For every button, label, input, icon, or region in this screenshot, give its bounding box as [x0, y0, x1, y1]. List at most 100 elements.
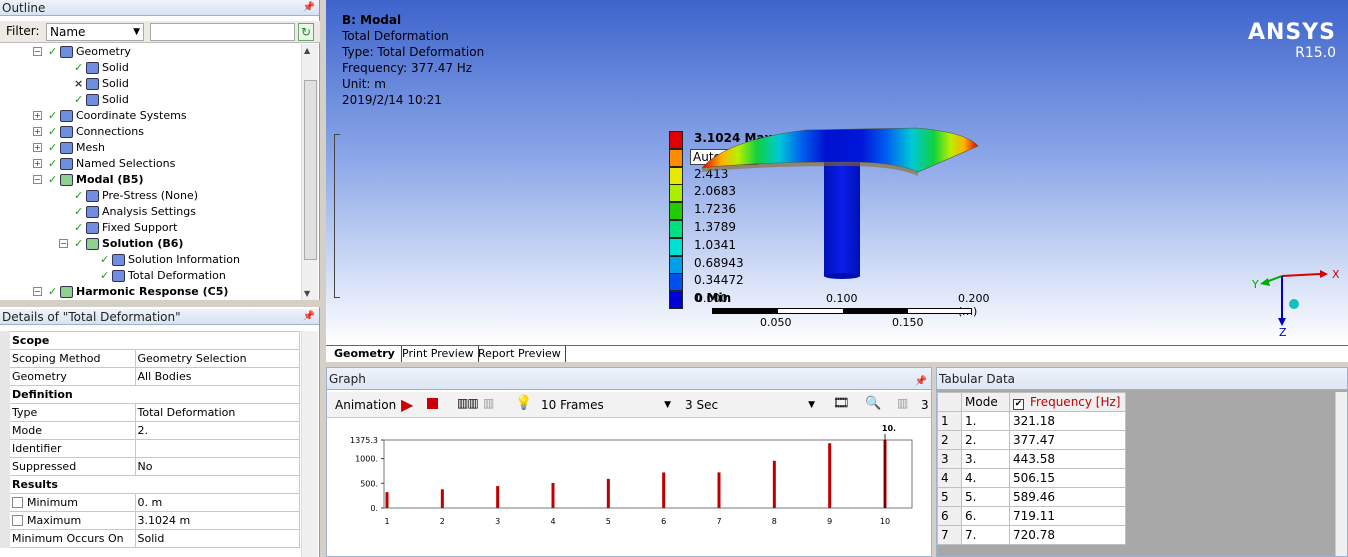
table-row[interactable]: 6 6. 719.11: [937, 506, 1126, 526]
frames-distributed-icon[interactable]: ▥▥: [457, 396, 479, 414]
tree-item[interactable]: ✓ Solid: [0, 92, 300, 108]
details-row[interactable]: Identifier: [0, 439, 300, 458]
checkbox[interactable]: [12, 497, 23, 508]
chart-bar[interactable]: [717, 472, 721, 508]
tree-item[interactable]: ✓ Analysis Settings: [0, 204, 300, 220]
expand-toggle-icon[interactable]: +: [33, 143, 42, 152]
model-stem: [824, 158, 860, 276]
tab-print-preview[interactable]: Print Preview: [398, 346, 479, 362]
filter-select[interactable]: Name ▼: [46, 23, 144, 41]
chart-bar[interactable]: [551, 482, 555, 508]
details-value[interactable]: Total Deformation: [134, 403, 300, 422]
col-header-frequency[interactable]: ✔ Frequency [Hz]: [1009, 392, 1126, 412]
tree-item[interactable]: ✓ Solution Information: [0, 252, 300, 268]
details-value[interactable]: Geometry Selection: [134, 349, 300, 368]
col-header-mode[interactable]: Mode: [961, 392, 1010, 412]
zoom-icon[interactable]: 🔍: [865, 396, 881, 414]
details-row[interactable]: Maximum 3.1024 m: [0, 511, 300, 530]
scroll-thumb[interactable]: [304, 80, 317, 260]
table-row[interactable]: 4 4. 506.15: [937, 468, 1126, 488]
outline-scrollbar[interactable]: ▲ ▼: [301, 44, 318, 300]
scroll-down-icon[interactable]: ▼: [304, 289, 310, 298]
table-row[interactable]: 7 7. 720.78: [937, 525, 1126, 545]
ansys-logo: ANSYS R15.0: [1248, 20, 1336, 61]
details-row[interactable]: Minimum Occurs On Solid: [0, 529, 300, 548]
details-row[interactable]: Scoping Method Geometry Selection: [0, 349, 300, 368]
details-value[interactable]: 3.1024 m: [134, 511, 300, 530]
tree-item[interactable]: − ✓ Harmonic Response (C5): [0, 284, 300, 300]
tree-item-label: Coordinate Systems: [76, 109, 187, 122]
result-sets-icon[interactable]: ▥: [483, 396, 494, 414]
stop-icon[interactable]: [427, 398, 438, 409]
tab-report-preview[interactable]: Report Preview: [474, 346, 566, 362]
chart-bar[interactable]: [772, 460, 776, 508]
details-row[interactable]: Suppressed No: [0, 457, 300, 476]
duration-select[interactable]: 3 Sec ▼: [681, 396, 819, 414]
table-row[interactable]: 2 2. 377.47: [937, 430, 1126, 450]
expand-toggle-icon[interactable]: −: [33, 287, 42, 296]
scroll-up-icon[interactable]: ▲: [304, 46, 310, 55]
chart-bar[interactable]: [828, 443, 832, 508]
expand-toggle-icon[interactable]: +: [33, 127, 42, 136]
details-value[interactable]: No: [134, 457, 300, 476]
pin-icon[interactable]: 📌: [303, 0, 315, 16]
cell-mode: 7.: [961, 525, 1010, 545]
play-icon[interactable]: ▶: [401, 395, 413, 414]
table-row[interactable]: 5 5. 589.46: [937, 487, 1126, 507]
details-row[interactable]: Minimum 0. m: [0, 493, 300, 512]
viewport[interactable]: B: Modal Total Deformation Type: Total Def…: [326, 0, 1348, 345]
expand-toggle-icon[interactable]: +: [33, 159, 42, 168]
tree-item[interactable]: ✓ Total Deformation: [0, 268, 300, 284]
filter-input[interactable]: [150, 23, 295, 41]
expand-toggle-icon[interactable]: −: [59, 239, 68, 248]
tree-item[interactable]: − ✓ Modal (B5): [0, 172, 300, 188]
distributed-icon[interactable]: ▥: [897, 396, 908, 414]
chart-bar[interactable]: [440, 489, 444, 508]
details-value[interactable]: 0. m: [134, 493, 300, 512]
axis-triad[interactable]: X Y Z: [1252, 260, 1342, 340]
details-value[interactable]: 2.: [134, 421, 300, 440]
tree-item[interactable]: + ✓ Mesh: [0, 140, 300, 156]
tree-item[interactable]: ✓ Fixed Support: [0, 220, 300, 236]
details-row[interactable]: Geometry All Bodies: [0, 367, 300, 386]
table-row[interactable]: 1 1. 321.18: [937, 411, 1126, 431]
chart-bar[interactable]: [662, 472, 666, 508]
expand-toggle-icon[interactable]: +: [33, 111, 42, 120]
details-row[interactable]: Mode 2.: [0, 421, 300, 440]
details-scrollbar[interactable]: [301, 331, 318, 557]
details-value[interactable]: All Bodies: [134, 367, 300, 386]
details-row[interactable]: Type Total Deformation: [0, 403, 300, 422]
pin-icon[interactable]: 📌: [303, 309, 315, 325]
chart-bar[interactable]: [606, 478, 610, 508]
tree-item[interactable]: + ✓ Coordinate Systems: [0, 108, 300, 124]
pin-icon[interactable]: 📌: [915, 371, 927, 393]
tree-item[interactable]: − ✓ Solution (B6): [0, 236, 300, 252]
cell-frequency: 377.47: [1009, 430, 1126, 450]
tree-item[interactable]: + ✓ Named Selections: [0, 156, 300, 172]
expand-toggle-icon[interactable]: −: [33, 47, 42, 56]
expand-toggle-icon[interactable]: −: [33, 175, 42, 184]
checkbox[interactable]: [12, 515, 23, 526]
tree-item[interactable]: − ✓ Geometry: [0, 44, 300, 60]
tree-item[interactable]: + ✓ Connections: [0, 124, 300, 140]
tree-node-icon: [60, 158, 73, 170]
frequency-bar-chart[interactable]: 1375.3 1000. 500. 0. 1 2 3 4 5 6 7 8 9 10 10.: [327, 420, 931, 556]
details-value[interactable]: Solid: [134, 529, 300, 548]
refresh-icon[interactable]: ↻: [298, 23, 314, 41]
tree-item[interactable]: ✓ Pre-Stress (None): [0, 188, 300, 204]
details-value[interactable]: [134, 439, 300, 458]
model-view[interactable]: [696, 118, 1016, 283]
checkbox[interactable]: ✔: [1013, 398, 1024, 410]
chart-bar[interactable]: [496, 486, 500, 508]
tab-geometry[interactable]: Geometry: [328, 346, 402, 362]
table-row[interactable]: 3 3. 443.58: [937, 449, 1126, 469]
tree-item[interactable]: × Solid: [0, 76, 300, 92]
chart-bar[interactable]: [385, 492, 389, 508]
export-video-icon[interactable]: 🎞: [833, 396, 850, 414]
tabular-scrollbar[interactable]: [1335, 392, 1347, 556]
lightbulb-icon[interactable]: 💡: [515, 395, 532, 413]
scale-label-4: 0.150: [892, 316, 924, 329]
frames-select[interactable]: 10 Frames ▼: [537, 396, 675, 414]
tree-item[interactable]: ✓ Solid: [0, 60, 300, 76]
tree-node-icon: [60, 142, 73, 154]
